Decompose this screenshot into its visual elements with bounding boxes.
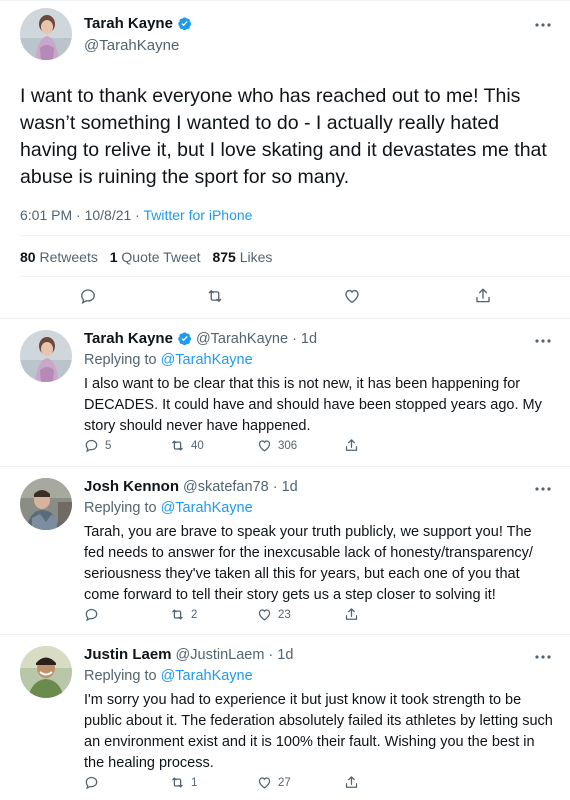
source-link[interactable]: Twitter for iPhone	[143, 207, 252, 223]
more-dots-icon[interactable]	[534, 654, 552, 660]
replying-to: Replying to @TarahKayne	[84, 352, 253, 368]
retweet-button[interactable]: 40	[170, 438, 204, 453]
tweet-meta: 6:01 PM · 10/8/21 · Twitter for iPhone	[20, 207, 252, 223]
main-action-bar	[0, 287, 570, 309]
like-icon	[258, 777, 271, 789]
retweet-button[interactable]: 1	[170, 775, 197, 790]
likes-label[interactable]: Likes	[240, 249, 273, 265]
author-name[interactable]: Tarah Kayne	[84, 15, 173, 32]
retweet-icon	[172, 440, 183, 451]
likes-count[interactable]: 875	[212, 249, 235, 265]
engagement-stats: 80 Retweets 1 Quote Tweet 875 Likes	[20, 249, 272, 265]
share-icon	[345, 776, 358, 788]
author-name[interactable]: Justin Laem	[84, 646, 172, 663]
replying-to-link[interactable]: @TarahKayne	[161, 352, 253, 368]
retweet-count: 2	[191, 608, 198, 621]
like-icon	[258, 609, 271, 621]
more-dots-icon[interactable]	[534, 22, 552, 28]
replying-to: Replying to @TarahKayne	[84, 500, 253, 516]
retweet-count: 1	[191, 776, 198, 789]
reply-text: I also want to be clear that this is not…	[84, 376, 542, 434]
verified-badge-icon	[178, 17, 191, 31]
reply-icon[interactable]	[79, 287, 97, 305]
reply-tweet[interactable]: Justin Laem @JustinLaem · 1d Replying to…	[0, 634, 570, 800]
reply-tweet[interactable]: Tarah Kayne @TarahKayne · 1d Replying to…	[0, 318, 570, 466]
timestamp[interactable]: 6:01 PM · 10/8/21 ·	[20, 207, 143, 223]
author-handle[interactable]: @skatefan78 · 1d	[183, 479, 298, 495]
retweet-icon	[172, 609, 183, 620]
reply-count: 5	[105, 439, 112, 452]
main-tweet: Tarah Kayne @TarahKayne I want to thank …	[0, 0, 570, 318]
reply-action-bar: 5 40 306	[84, 438, 384, 454]
avatar[interactable]	[20, 478, 72, 530]
share-button[interactable]	[344, 607, 365, 622]
share-button[interactable]	[344, 775, 365, 790]
author-handle[interactable]: @TarahKayne	[84, 37, 179, 54]
share-icon	[345, 439, 358, 451]
reply-action-bar: 1 27	[84, 775, 384, 791]
author-handle[interactable]: @TarahKayne · 1d	[196, 331, 317, 347]
verified-badge-icon	[178, 332, 191, 346]
retweets-label[interactable]: Retweets	[39, 249, 97, 265]
reply-text: Tarah, you are brave to speak your truth…	[84, 524, 533, 603]
author-name[interactable]: Josh Kennon	[84, 478, 179, 495]
like-button[interactable]: 306	[257, 438, 297, 453]
reply-text: I'm sorry you had to experience it but j…	[84, 692, 553, 771]
replying-to: Replying to @TarahKayne	[84, 668, 253, 684]
avatar[interactable]	[20, 646, 72, 698]
avatar[interactable]	[20, 330, 72, 382]
like-button[interactable]: 27	[257, 775, 291, 790]
reply-action-bar: 2 23	[84, 607, 384, 623]
retweet-count: 40	[191, 439, 204, 452]
like-count: 306	[278, 439, 298, 452]
more-dots-icon[interactable]	[534, 486, 552, 492]
reply-icon	[85, 608, 98, 622]
author-handle[interactable]: @JustinLaem · 1d	[176, 647, 294, 663]
share-icon	[345, 608, 358, 620]
replying-to-link[interactable]: @TarahKayne	[161, 500, 253, 516]
share-icon[interactable]	[474, 287, 492, 305]
reply-button[interactable]	[84, 607, 105, 622]
author-name[interactable]: Tarah Kayne	[84, 330, 173, 347]
like-icon	[258, 440, 271, 452]
quote-count[interactable]: 1	[110, 249, 118, 265]
like-count: 23	[278, 608, 291, 621]
retweet-icon[interactable]	[206, 287, 224, 305]
reply-icon	[85, 776, 98, 790]
like-button[interactable]: 23	[257, 607, 291, 622]
like-icon[interactable]	[343, 287, 361, 305]
reply-button[interactable]	[84, 775, 105, 790]
like-count: 27	[278, 776, 291, 789]
avatar[interactable]	[20, 8, 72, 60]
reply-icon	[85, 439, 98, 453]
tweet-text: I want to thank everyone who has reached…	[20, 85, 547, 188]
retweet-button[interactable]: 2	[170, 607, 197, 622]
reply-button[interactable]: 5	[84, 438, 111, 453]
reply-tweet[interactable]: Josh Kennon @skatefan78 · 1d Replying to…	[0, 466, 570, 634]
replying-to-link[interactable]: @TarahKayne	[161, 668, 253, 684]
retweet-icon	[172, 777, 183, 788]
quote-label[interactable]: Quote Tweet	[121, 249, 200, 265]
share-button[interactable]	[344, 438, 365, 453]
more-dots-icon[interactable]	[534, 338, 552, 344]
retweets-count[interactable]: 80	[20, 249, 36, 265]
